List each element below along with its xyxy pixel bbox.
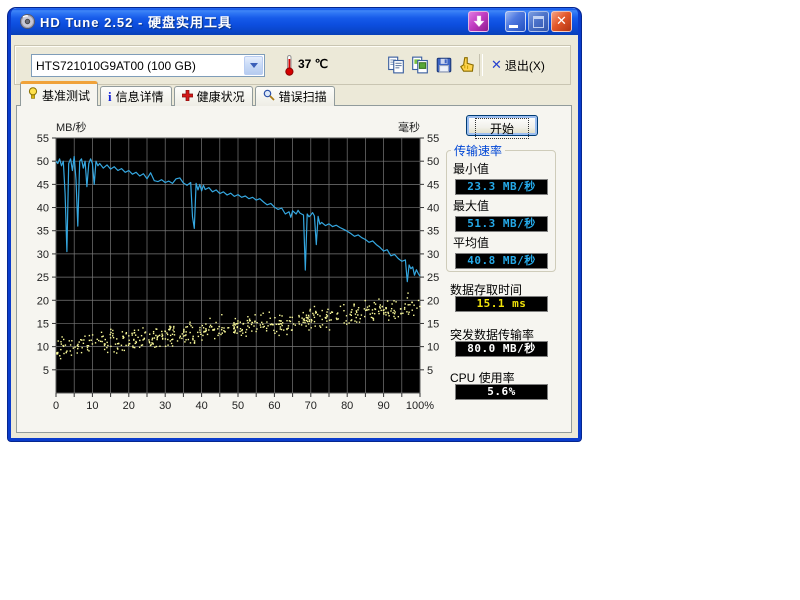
svg-text:60: 60 [268,400,280,412]
title-bar: HD Tune 2.52 - 硬盘实用工具 ✕ [11,8,578,35]
svg-text:40: 40 [37,203,49,215]
avg-rate-display: 40.8 MB/秒 [455,253,548,269]
svg-text:45: 45 [427,179,439,191]
thermometer-icon [284,54,295,81]
svg-text:15: 15 [37,318,49,330]
minimize-icon [509,25,518,28]
min-rate-display: 23.3 MB/秒 [455,179,548,195]
tab-bar: 基准测试 i 信息详情 健康状况 错误扫描 [20,84,335,106]
svg-text:55: 55 [37,133,49,145]
access-time-display: 15.1 ms [455,296,548,312]
chevron-down-icon [250,63,258,68]
hdtune-window: HD Tune 2.52 - 硬盘实用工具 ✕ HTS721010G9AT00 … [8,8,581,441]
exit-button[interactable]: ✕ 退出(X) [487,54,549,76]
svg-text:0: 0 [53,400,59,412]
svg-text:90: 90 [377,400,389,412]
svg-text:30: 30 [37,249,49,261]
svg-text:25: 25 [37,272,49,284]
tab-label: 健康状况 [197,88,245,105]
toolbar-separator [479,54,483,76]
svg-text:15: 15 [427,318,439,330]
maximize-icon [533,16,544,28]
svg-text:40: 40 [427,203,439,215]
max-rate-display: 51.3 MB/秒 [455,216,548,232]
options-hand-icon [458,56,476,74]
svg-text:50: 50 [37,156,49,168]
avg-rate-label: 平均值 [453,234,555,251]
tab-label: 错误扫描 [279,88,327,105]
exit-x-icon: ✕ [491,58,502,73]
exit-label: 退出(X) [505,57,545,74]
minimize-button[interactable] [505,11,526,32]
svg-text:55: 55 [427,133,439,145]
toolbar: HTS721010G9AT00 (100 GB) 37 ℃ [14,45,571,85]
combo-dropdown-button[interactable] [244,56,263,75]
benchmark-lightbulb-icon [28,87,38,103]
svg-text:50: 50 [427,156,439,168]
app-icon [19,13,36,30]
temperature-value: 37 ℃ [298,57,328,71]
down-arrow-icon [473,15,485,28]
tab-benchmark[interactable]: 基准测试 [20,81,98,106]
copy-text-icon [387,56,405,74]
tab-label: 基准测试 [42,87,90,104]
svg-text:80: 80 [341,400,353,412]
tab-health[interactable]: 健康状况 [174,86,253,106]
svg-text:5: 5 [427,365,433,377]
maximize-button[interactable] [528,11,549,32]
drive-select[interactable]: HTS721010G9AT00 (100 GB) [31,54,265,77]
tab-label: 信息详情 [116,88,164,105]
benchmark-page: 5555505045454040353530302525202015151010… [16,105,572,433]
min-rate-label: 最小值 [453,160,555,177]
info-icon: i [108,91,112,103]
svg-text:70: 70 [305,400,317,412]
options-button[interactable] [456,54,478,76]
svg-text:20: 20 [123,400,135,412]
burst-rate-display: 80.0 MB/秒 [455,341,548,357]
close-icon: ✕ [556,15,567,28]
tab-error-scan[interactable]: 错误扫描 [255,86,335,106]
save-floppy-icon [435,56,453,74]
client-area: HTS721010G9AT00 (100 GB) 37 ℃ [11,35,578,438]
svg-text:30: 30 [159,400,171,412]
copy-image-icon [411,56,429,74]
svg-text:MB/秒: MB/秒 [56,120,87,134]
drive-select-value: HTS721010G9AT00 (100 GB) [32,59,243,73]
tab-info[interactable]: i 信息详情 [100,86,172,106]
health-cross-icon [182,90,193,104]
copy-text-button[interactable] [385,54,407,76]
max-rate-label: 最大值 [453,197,555,214]
svg-text:20: 20 [427,295,439,307]
svg-text:30: 30 [427,249,439,261]
svg-text:10: 10 [86,400,98,412]
start-button[interactable]: 开始 [466,115,538,136]
svg-text:40: 40 [195,400,207,412]
svg-text:100%: 100% [406,400,434,412]
transfer-rate-group-title: 传输速率 [451,142,505,159]
copy-image-button[interactable] [409,54,431,76]
transfer-rate-group: 传输速率 最小值 23.3 MB/秒 最大值 51.3 MB/秒 平均值 40.… [446,142,556,272]
window-title: HD Tune 2.52 - 硬盘实用工具 [40,12,468,31]
cpu-usage-display: 5.6% [455,384,548,400]
svg-text:25: 25 [427,272,439,284]
results-panel: 开始 传输速率 最小值 23.3 MB/秒 最大值 51.3 MB/秒 平均值 … [445,106,569,426]
svg-text:毫秒: 毫秒 [398,120,420,134]
svg-text:35: 35 [37,226,49,238]
close-button[interactable]: ✕ [551,11,572,32]
svg-text:35: 35 [427,226,439,238]
svg-text:5: 5 [43,365,49,377]
svg-text:10: 10 [427,342,439,354]
download-update-button[interactable] [468,11,489,32]
svg-text:10: 10 [37,342,49,354]
magnifier-icon [263,89,275,104]
svg-text:20: 20 [37,295,49,307]
benchmark-chart: 5555505045454040353530302525202015151010… [17,106,463,418]
svg-text:45: 45 [37,179,49,191]
save-screenshot-button[interactable] [433,54,455,76]
svg-text:50: 50 [232,400,244,412]
